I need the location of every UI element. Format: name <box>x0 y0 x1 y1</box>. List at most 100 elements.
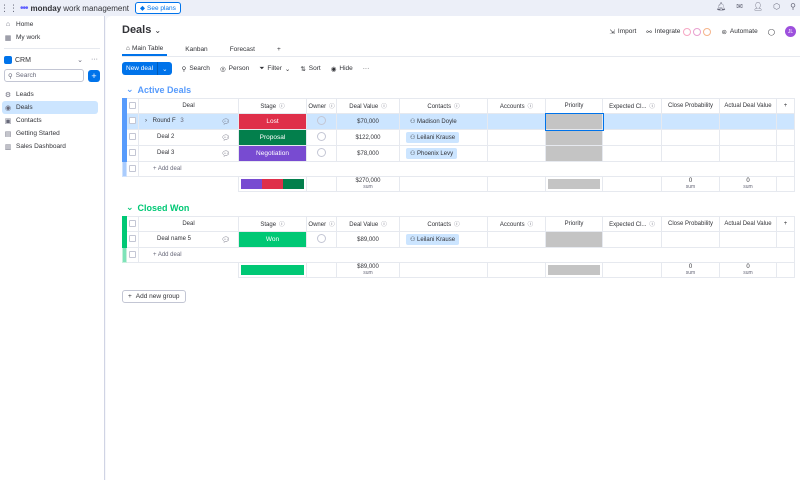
contact-chip[interactable]: ⚇ Phoenix Levy <box>406 148 458 159</box>
close-probability-cell[interactable] <box>661 129 720 146</box>
column-header-contacts[interactable]: Contacts ⓘ <box>399 98 488 114</box>
priority-cell[interactable] <box>545 231 603 248</box>
table-row[interactable]: Deal 3 💬︎ Negotiation $78,000 ⚇ Phoenix … <box>122 145 795 162</box>
column-header-close-probability[interactable]: Close Probability <box>661 98 720 114</box>
import-button[interactable]: ⇲ Import <box>609 28 636 36</box>
tab-forecast[interactable]: Forecast <box>226 42 259 56</box>
subitems-count-badge[interactable]: 3 <box>180 118 183 124</box>
deal-name-cell[interactable]: › Round F 3 💬︎ <box>138 113 239 130</box>
priority-cell[interactable] <box>545 129 603 146</box>
add-deal-button[interactable]: + Add deal <box>138 161 795 177</box>
owner-cell[interactable] <box>306 231 337 248</box>
automate-button[interactable]: ⊜ Automate <box>721 28 757 36</box>
row-checkbox[interactable] <box>126 129 139 146</box>
comment-icon[interactable]: 💬︎ <box>221 150 230 158</box>
stage-cell[interactable]: Negotiation <box>238 145 307 162</box>
info-icon[interactable]: ⓘ <box>329 104 335 110</box>
deal-name-cell[interactable]: Deal 2 💬︎ <box>138 129 239 146</box>
comment-icon[interactable]: 💬︎ <box>221 134 230 142</box>
column-header-owner[interactable]: Owner ⓘ <box>306 216 337 232</box>
filter-button[interactable]: ⏷ Filter ⌄ <box>259 65 290 73</box>
info-icon[interactable]: ⓘ <box>279 104 285 110</box>
owner-cell[interactable] <box>306 129 337 146</box>
deal-value-cell[interactable]: $78,000 <box>336 145 400 162</box>
deal-value-cell[interactable]: $89,000 <box>336 231 400 248</box>
row-checkbox[interactable] <box>126 113 139 130</box>
column-header-priority[interactable]: Priority <box>545 98 603 114</box>
contact-chip[interactable]: ⚇ Leilani Krause <box>406 234 460 245</box>
expected-close-cell[interactable] <box>602 231 662 248</box>
info-icon[interactable]: ⓘ <box>454 104 460 110</box>
column-header-stage[interactable]: Stage ⓘ <box>238 216 307 232</box>
comment-icon[interactable]: 💬︎ <box>221 118 230 126</box>
actual-deal-value-cell[interactable] <box>719 231 777 248</box>
column-header-stage[interactable]: Stage ⓘ <box>238 98 307 114</box>
owner-cell[interactable] <box>306 145 337 162</box>
expected-close-cell[interactable] <box>602 145 662 162</box>
column-header-close-probability[interactable]: Close Probability <box>661 216 720 232</box>
row-checkbox[interactable] <box>126 231 139 248</box>
column-header-expected-close[interactable]: Expected Cl... ⓘ <box>602 216 662 232</box>
info-icon[interactable]: ⓘ <box>329 222 335 228</box>
bell-icon[interactable]: 🔔︎ <box>716 2 726 11</box>
add-item-button[interactable]: + <box>88 69 100 82</box>
info-icon[interactable]: ⓘ <box>381 222 387 228</box>
group-header-active-deals[interactable]: ⌄ Active Deals <box>126 84 191 95</box>
column-header-contacts[interactable]: Contacts ⓘ <box>399 216 488 232</box>
table-row[interactable]: › Round F 3 💬︎ Lost $70,000 ⚇ Madison Do… <box>122 112 795 131</box>
search-button[interactable]: ⚲ Search <box>182 65 210 73</box>
inbox-icon[interactable]: ✉ <box>736 2 743 11</box>
sidebar-item-deals[interactable]: ◉ Deals <box>2 101 98 114</box>
tab-main-table[interactable]: ⌂ Main Table <box>122 42 168 56</box>
search-icon[interactable]: ⚲ <box>790 2 796 11</box>
select-all-checkbox[interactable] <box>126 216 139 232</box>
add-deal-button[interactable]: + Add deal <box>138 247 795 263</box>
sidebar-item-contacts[interactable]: ▣ Contacts <box>0 114 104 127</box>
column-header-deal[interactable]: Deal <box>138 216 239 232</box>
expected-close-cell[interactable] <box>602 113 662 130</box>
contact-chip[interactable]: ⚇ Madison Doyle <box>406 116 461 127</box>
sidebar-search-input[interactable]: ⚲ Search <box>4 69 84 82</box>
info-icon[interactable]: ⓘ <box>649 104 655 110</box>
more-actions-button[interactable]: ··· <box>363 65 370 72</box>
sidebar-item-sales-dashboard[interactable]: ▥ Sales Dashboard <box>0 140 104 153</box>
chevron-down-icon[interactable]: ⌄ <box>77 56 83 64</box>
tab-kanban[interactable]: Kanban <box>181 42 211 56</box>
close-probability-cell[interactable] <box>661 145 720 162</box>
chat-icon[interactable]: ◯ <box>768 28 775 36</box>
info-icon[interactable]: ⓘ <box>381 104 387 110</box>
add-new-group-button[interactable]: + Add new group <box>122 290 186 303</box>
expand-subitems-icon[interactable]: › <box>145 118 147 124</box>
contacts-cell[interactable]: ⚇ Phoenix Levy <box>399 145 488 162</box>
contacts-cell[interactable]: ⚇ Madison Doyle <box>399 113 488 130</box>
close-probability-cell[interactable] <box>661 231 720 248</box>
contact-chip[interactable]: ⚇ Leilani Krause <box>406 132 460 143</box>
stage-summary-bar[interactable] <box>238 262 307 278</box>
deal-name-cell[interactable]: Deal name 5 💬︎ <box>138 231 239 248</box>
add-view-button[interactable]: + <box>273 42 285 56</box>
workspace-selector[interactable]: CRM ⌄ ··· <box>0 53 104 67</box>
table-row[interactable]: Deal 2 💬︎ Proposal $122,000 ⚇ Leilani Kr… <box>122 129 795 146</box>
row-checkbox[interactable] <box>126 161 139 177</box>
accounts-cell[interactable] <box>487 231 546 248</box>
stage-summary-bar[interactable] <box>238 176 307 192</box>
column-header-actual-deal-value[interactable]: Actual Deal Value <box>719 216 777 232</box>
column-header-deal-value[interactable]: Deal Value ⓘ <box>336 216 400 232</box>
accounts-cell[interactable] <box>487 129 546 146</box>
row-checkbox[interactable] <box>126 247 139 263</box>
priority-summary-bar[interactable] <box>545 262 603 278</box>
accounts-cell[interactable] <box>487 113 546 130</box>
actual-deal-value-cell[interactable] <box>719 145 777 162</box>
apps-icon[interactable]: ⬡ <box>773 2 780 11</box>
see-plans-button[interactable]: ◆ See plans <box>135 2 181 14</box>
deal-value-cell[interactable]: $70,000 <box>336 113 400 130</box>
column-header-accounts[interactable]: Accounts ⓘ <box>487 216 546 232</box>
column-header-expected-close[interactable]: Expected Cl... ⓘ <box>602 98 662 114</box>
new-deal-button[interactable]: New deal ⌄ <box>122 62 172 75</box>
hide-button[interactable]: ◉ Hide <box>331 65 353 73</box>
monday-logo[interactable]: ••• monday work management <box>20 3 129 14</box>
apps-grid-icon[interactable]: ⋮⋮ <box>0 1 18 15</box>
add-deal-row[interactable]: + Add deal <box>122 161 795 177</box>
priority-cell[interactable] <box>545 145 603 162</box>
contacts-cell[interactable]: ⚇ Leilani Krause <box>399 231 488 248</box>
